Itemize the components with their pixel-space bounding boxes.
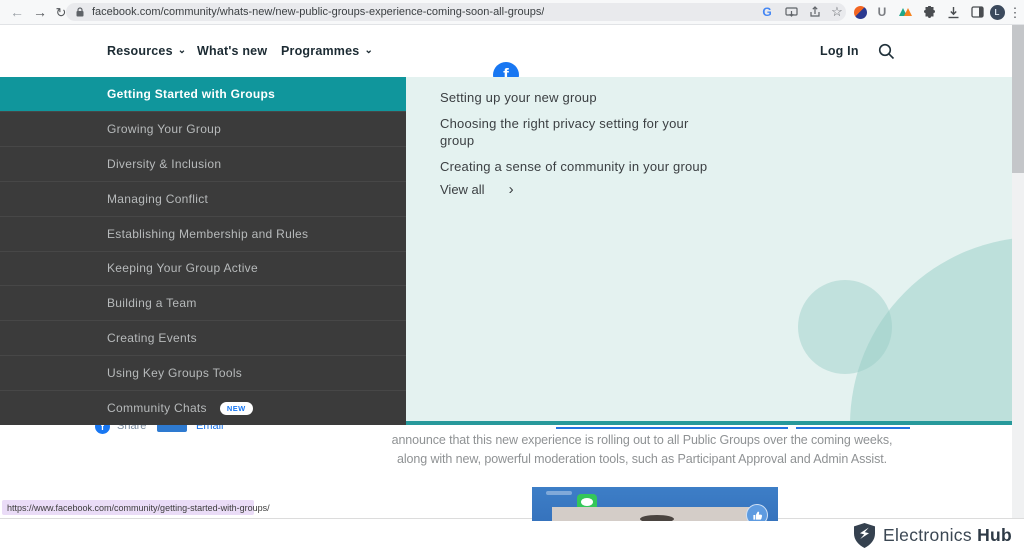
mega-menu: Getting Started with Groups Growing Your… [0, 77, 1012, 425]
google-icon[interactable]: G [758, 3, 776, 21]
article-image [532, 487, 778, 521]
nav-resources[interactable]: Resources ⌄ [107, 25, 186, 77]
sidebar-item-using-key-groups-tools[interactable]: Using Key Groups Tools [0, 355, 406, 390]
sidebar-item-community-chats[interactable]: Community Chats NEW [0, 390, 406, 425]
sidebar-item-creating-events[interactable]: Creating Events [0, 320, 406, 355]
browser-toolbar: ← → ↻ facebook.com/community/whats-new/n… [0, 0, 1024, 25]
menu-panel: Setting up your new group Choosing the r… [406, 77, 1012, 425]
panel-link-setting-up[interactable]: Setting up your new group [440, 89, 597, 106]
download-icon[interactable] [944, 0, 962, 24]
chevron-right-icon: › [509, 181, 514, 198]
watermark-bold: Hub [977, 525, 1012, 545]
watermark-name: Electronics [883, 525, 972, 545]
sidebar-item-building-a-team[interactable]: Building a Team [0, 285, 406, 320]
status-bar-url: https://www.facebook.com/community/getti… [2, 500, 254, 515]
scrollbar-thumb[interactable] [1012, 25, 1024, 173]
shield-logo-icon [854, 523, 875, 548]
view-all-link[interactable]: View all › [440, 181, 514, 198]
nav-programmes[interactable]: Programmes ⌄ [281, 25, 373, 77]
forward-icon[interactable]: → [31, 0, 49, 24]
browser-window: ← → ↻ facebook.com/community/whats-new/n… [0, 0, 1024, 549]
sidebar-item-managing-conflict[interactable]: Managing Conflict [0, 181, 406, 216]
image-inner-panel [552, 507, 750, 521]
image-blurred-text [546, 491, 572, 495]
address-bar[interactable]: facebook.com/community/whats-new/new-pub… [66, 3, 846, 21]
ubersuggest-extension-icon[interactable]: U [874, 0, 890, 24]
bookmark-star-icon[interactable]: ☆ [828, 3, 846, 21]
menu-sidebar: Getting Started with Groups Growing Your… [0, 77, 406, 425]
sidebar-toggle-icon[interactable] [968, 0, 986, 24]
share-icon[interactable] [806, 3, 824, 21]
article-paragraph-line-1: announce that this new experience is rol… [372, 433, 912, 447]
lock-icon [76, 7, 84, 17]
browser-menu-dots-icon[interactable]: ⋮ [1008, 0, 1022, 24]
sidebar-item-establishing-membership[interactable]: Establishing Membership and Rules [0, 216, 406, 251]
extensions-puzzle-icon[interactable] [920, 0, 938, 24]
clipped-link-underline[interactable] [556, 427, 788, 429]
sidebar-item-diversity-inclusion[interactable]: Diversity & Inclusion [0, 146, 406, 181]
url-text: facebook.com/community/whats-new/new-pub… [92, 6, 544, 18]
search-icon[interactable] [878, 25, 895, 77]
clipped-link-underline[interactable] [796, 427, 910, 429]
chevron-down-icon: ⌄ [178, 45, 187, 56]
profile-avatar[interactable]: L [988, 0, 1006, 24]
electronics-hub-watermark: Electronics Hub [854, 523, 1012, 548]
image-figure [640, 515, 674, 521]
new-badge: NEW [220, 402, 253, 415]
decorative-circle-small [798, 280, 892, 374]
panel-link-privacy-setting[interactable]: Choosing the right privacy setting for y… [440, 115, 710, 149]
sidebar-item-keeping-group-active[interactable]: Keeping Your Group Active [0, 251, 406, 286]
article-paragraph-line-2: along with new, powerful moderation tool… [372, 452, 912, 466]
site-navbar: Resources ⌄ What's new Programmes ⌄ f Lo… [0, 25, 1012, 78]
back-icon[interactable]: ← [8, 0, 26, 24]
similarweb-extension-icon[interactable] [852, 0, 868, 24]
sidebar-item-growing-your-group[interactable]: Growing Your Group [0, 111, 406, 146]
thumbs-up-icon [746, 504, 768, 521]
nav-whats-new[interactable]: What's new [197, 25, 267, 77]
sidebar-item-getting-started[interactable]: Getting Started with Groups [0, 77, 406, 111]
chevron-down-icon: ⌄ [364, 45, 373, 56]
login-button[interactable]: Log In [820, 25, 859, 77]
av-extension-icon[interactable] [896, 0, 914, 24]
panel-link-sense-of-community[interactable]: Creating a sense of community in your gr… [440, 158, 707, 175]
page-divider [0, 518, 1024, 519]
send-to-device-icon[interactable] [782, 3, 800, 21]
